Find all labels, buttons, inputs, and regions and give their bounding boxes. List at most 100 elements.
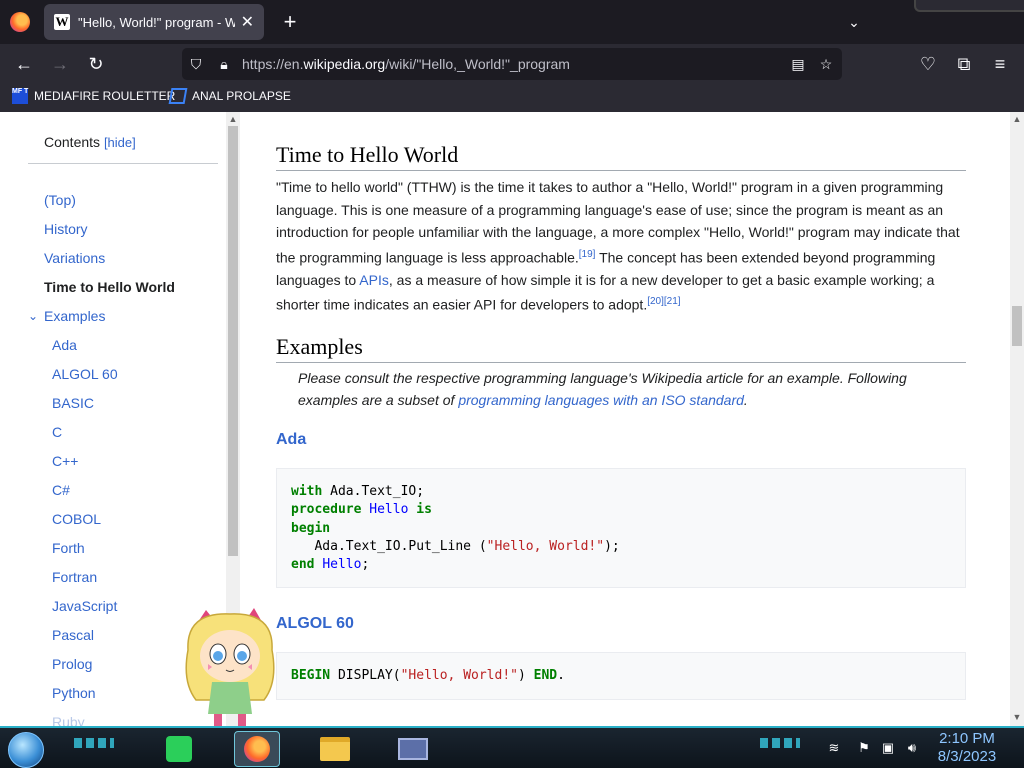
- reload-icon[interactable]: ↻: [84, 52, 108, 76]
- window-app-icon: [398, 738, 428, 760]
- toc-subitem-c[interactable]: C: [52, 424, 62, 440]
- hatnote: Please consult the respective programmin…: [298, 367, 958, 411]
- bookmark-anal-prolapse[interactable]: ANAL PROLAPSE: [168, 88, 291, 104]
- reader-view-icon[interactable]: ▤: [788, 54, 808, 74]
- tab-bar: W "Hello, World!" program - Wiki ✕ + ⌄: [0, 0, 1024, 44]
- tab-title: "Hello, World!" program - Wiki: [78, 14, 235, 30]
- file-explorer-icon: [320, 737, 350, 761]
- heading-time-to-hello-world: Time to Hello World: [276, 142, 966, 171]
- start-button[interactable]: [8, 732, 44, 768]
- volume-icon[interactable]: 🔊︎: [904, 740, 920, 756]
- forward-arrow-icon[interactable]: →: [48, 52, 72, 76]
- toc-subitem-javascript[interactable]: JavaScript: [52, 598, 117, 614]
- code-name: Hello: [322, 557, 362, 573]
- bookmark-star-icon[interactable]: ☆: [816, 54, 836, 74]
- reference-19[interactable]: [19]: [579, 249, 596, 260]
- action-center-flag-icon[interactable]: ⚑: [856, 740, 872, 756]
- taskbar-file-explorer[interactable]: [312, 731, 358, 767]
- table-of-contents: Contents [hide] (Top) History Variations…: [28, 134, 218, 726]
- bookmark-label: MEDIAFIRE ROULETTER: [34, 89, 176, 103]
- toc-subitem-ada[interactable]: Ada: [52, 337, 77, 353]
- scrollbar-thumb[interactable]: [1012, 306, 1022, 346]
- toc-item-time-to-hello-world[interactable]: Time to Hello World: [44, 279, 175, 295]
- toc-subitem-pascal[interactable]: Pascal: [52, 627, 94, 643]
- scroll-up-arrow-icon[interactable]: ▲: [1010, 114, 1024, 124]
- toc-header: Contents [hide]: [28, 134, 218, 164]
- toc-hide-link[interactable]: [hide]: [104, 135, 136, 150]
- scroll-up-arrow-icon[interactable]: ▲: [226, 114, 240, 124]
- toc-subitem-cpp[interactable]: C++: [52, 453, 78, 469]
- sigma-icon: [168, 88, 188, 104]
- new-tab-button[interactable]: +: [278, 8, 302, 36]
- wikipedia-page: Contents [hide] (Top) History Variations…: [0, 112, 1024, 726]
- shield-icon[interactable]: ⛉: [186, 54, 206, 74]
- bookmark-label: ANAL PROLAPSE: [192, 89, 291, 103]
- show-hidden-icons-icon[interactable]: ≋: [826, 740, 842, 756]
- iso-languages-link[interactable]: programming languages with an ISO standa…: [458, 392, 744, 408]
- toc-subitem-basic[interactable]: BASIC: [52, 395, 94, 411]
- url-text[interactable]: https://en.wikipedia.org/wiki/"Hello,_Wo…: [242, 56, 570, 72]
- toc-item-examples[interactable]: Examples: [44, 308, 105, 324]
- code-keyword: begin: [291, 520, 331, 536]
- hatnote-text: .: [743, 392, 748, 408]
- apis-link[interactable]: APIs: [359, 272, 389, 288]
- reference-20-21[interactable]: [20][21]: [647, 296, 680, 307]
- taskbar-notes-app[interactable]: [156, 731, 202, 767]
- clock-time: 2:10 PM: [939, 730, 995, 747]
- chevron-down-icon[interactable]: ⌄: [28, 309, 38, 323]
- heading-examples: Examples: [276, 334, 966, 363]
- back-arrow-icon[interactable]: ←: [12, 52, 36, 76]
- code-keyword: END: [533, 668, 558, 683]
- code-string: "Hello, World!": [400, 668, 518, 683]
- code-block-algol-60: BEGIN DISPLAY("Hello, World!") END.: [276, 652, 966, 700]
- toc-subitem-algol-60[interactable]: ALGOL 60: [52, 366, 118, 382]
- lock-icon[interactable]: 🔒︎: [214, 54, 234, 74]
- taskbar-decoration: [74, 738, 114, 748]
- scrollbar-thumb[interactable]: [228, 126, 238, 556]
- code-name: Hello: [369, 502, 409, 518]
- code-text: Ada.Text_IO.Put_Line (: [291, 538, 487, 554]
- system-clock[interactable]: 2:10 PM 8/3/2023: [932, 730, 1002, 766]
- url-bar[interactable]: ⛉ 🔒︎ https://en.wikipedia.org/wiki/"Hell…: [182, 48, 842, 80]
- code-keyword: end: [291, 557, 315, 573]
- notes-app-icon: [166, 736, 192, 762]
- toc-subitem-csharp[interactable]: C#: [52, 482, 70, 498]
- navigation-toolbar: ← → ↻ ⛉ 🔒︎ https://en.wikipedia.org/wiki…: [0, 44, 1024, 84]
- toc-item-top[interactable]: (Top): [44, 192, 76, 208]
- chevron-down-icon[interactable]: ⌄: [842, 10, 866, 34]
- toc-subitem-ruby[interactable]: Ruby: [52, 714, 85, 726]
- wikipedia-favicon-icon: W: [54, 14, 70, 30]
- page-scrollbar[interactable]: ▲ ▼: [1010, 112, 1024, 726]
- close-tab-icon[interactable]: ✕: [241, 12, 254, 32]
- toc-item-variations[interactable]: Variations: [44, 250, 105, 266]
- toc-subitem-python[interactable]: Python: [52, 685, 96, 701]
- bookmark-mediafire-rouletter[interactable]: MF T MEDIAFIRE ROULETTER: [12, 88, 175, 104]
- extensions-icon[interactable]: ⧉: [952, 52, 976, 76]
- toc-title: Contents: [44, 134, 101, 150]
- toc-subitem-fortran[interactable]: Fortran: [52, 569, 97, 585]
- taskbar-firefox[interactable]: [234, 731, 280, 767]
- code-string: "Hello, World!": [486, 538, 605, 554]
- paragraph-tthw: "Time to hello world" (TTHW) is the time…: [276, 176, 966, 316]
- hamburger-menu-icon[interactable]: ≡: [988, 52, 1012, 76]
- toc-subitem-prolog[interactable]: Prolog: [52, 656, 92, 672]
- code-keyword: BEGIN: [291, 668, 331, 683]
- toc-subitem-forth[interactable]: Forth: [52, 540, 85, 556]
- pocket-icon[interactable]: ♡: [916, 52, 940, 76]
- taskbar-decoration: [760, 738, 800, 748]
- taskbar-window-app[interactable]: [390, 731, 436, 767]
- tab-hello-world[interactable]: W "Hello, World!" program - Wiki ✕: [44, 4, 264, 40]
- window-frame-decoration: [914, 0, 1024, 12]
- heading-ada: Ada: [276, 431, 307, 448]
- bookmarks-toolbar: MF T MEDIAFIRE ROULETTER ANAL PROLAPSE: [0, 84, 1024, 112]
- network-icon[interactable]: ▣: [880, 740, 896, 756]
- toc-item-history[interactable]: History: [44, 221, 88, 237]
- scroll-down-arrow-icon[interactable]: ▼: [1010, 712, 1024, 722]
- toc-subitem-cobol[interactable]: COBOL: [52, 511, 101, 527]
- code-text: );: [604, 538, 620, 554]
- mediafire-icon: MF T: [12, 88, 28, 104]
- code-text: Ada.Text_IO;: [322, 484, 425, 499]
- taskbar: ≋ ⚑ ▣ 🔊︎ 2:10 PM 8/3/2023: [0, 726, 1024, 768]
- firefox-menu-icon[interactable]: [10, 12, 30, 32]
- code-keyword: procedure: [291, 502, 362, 518]
